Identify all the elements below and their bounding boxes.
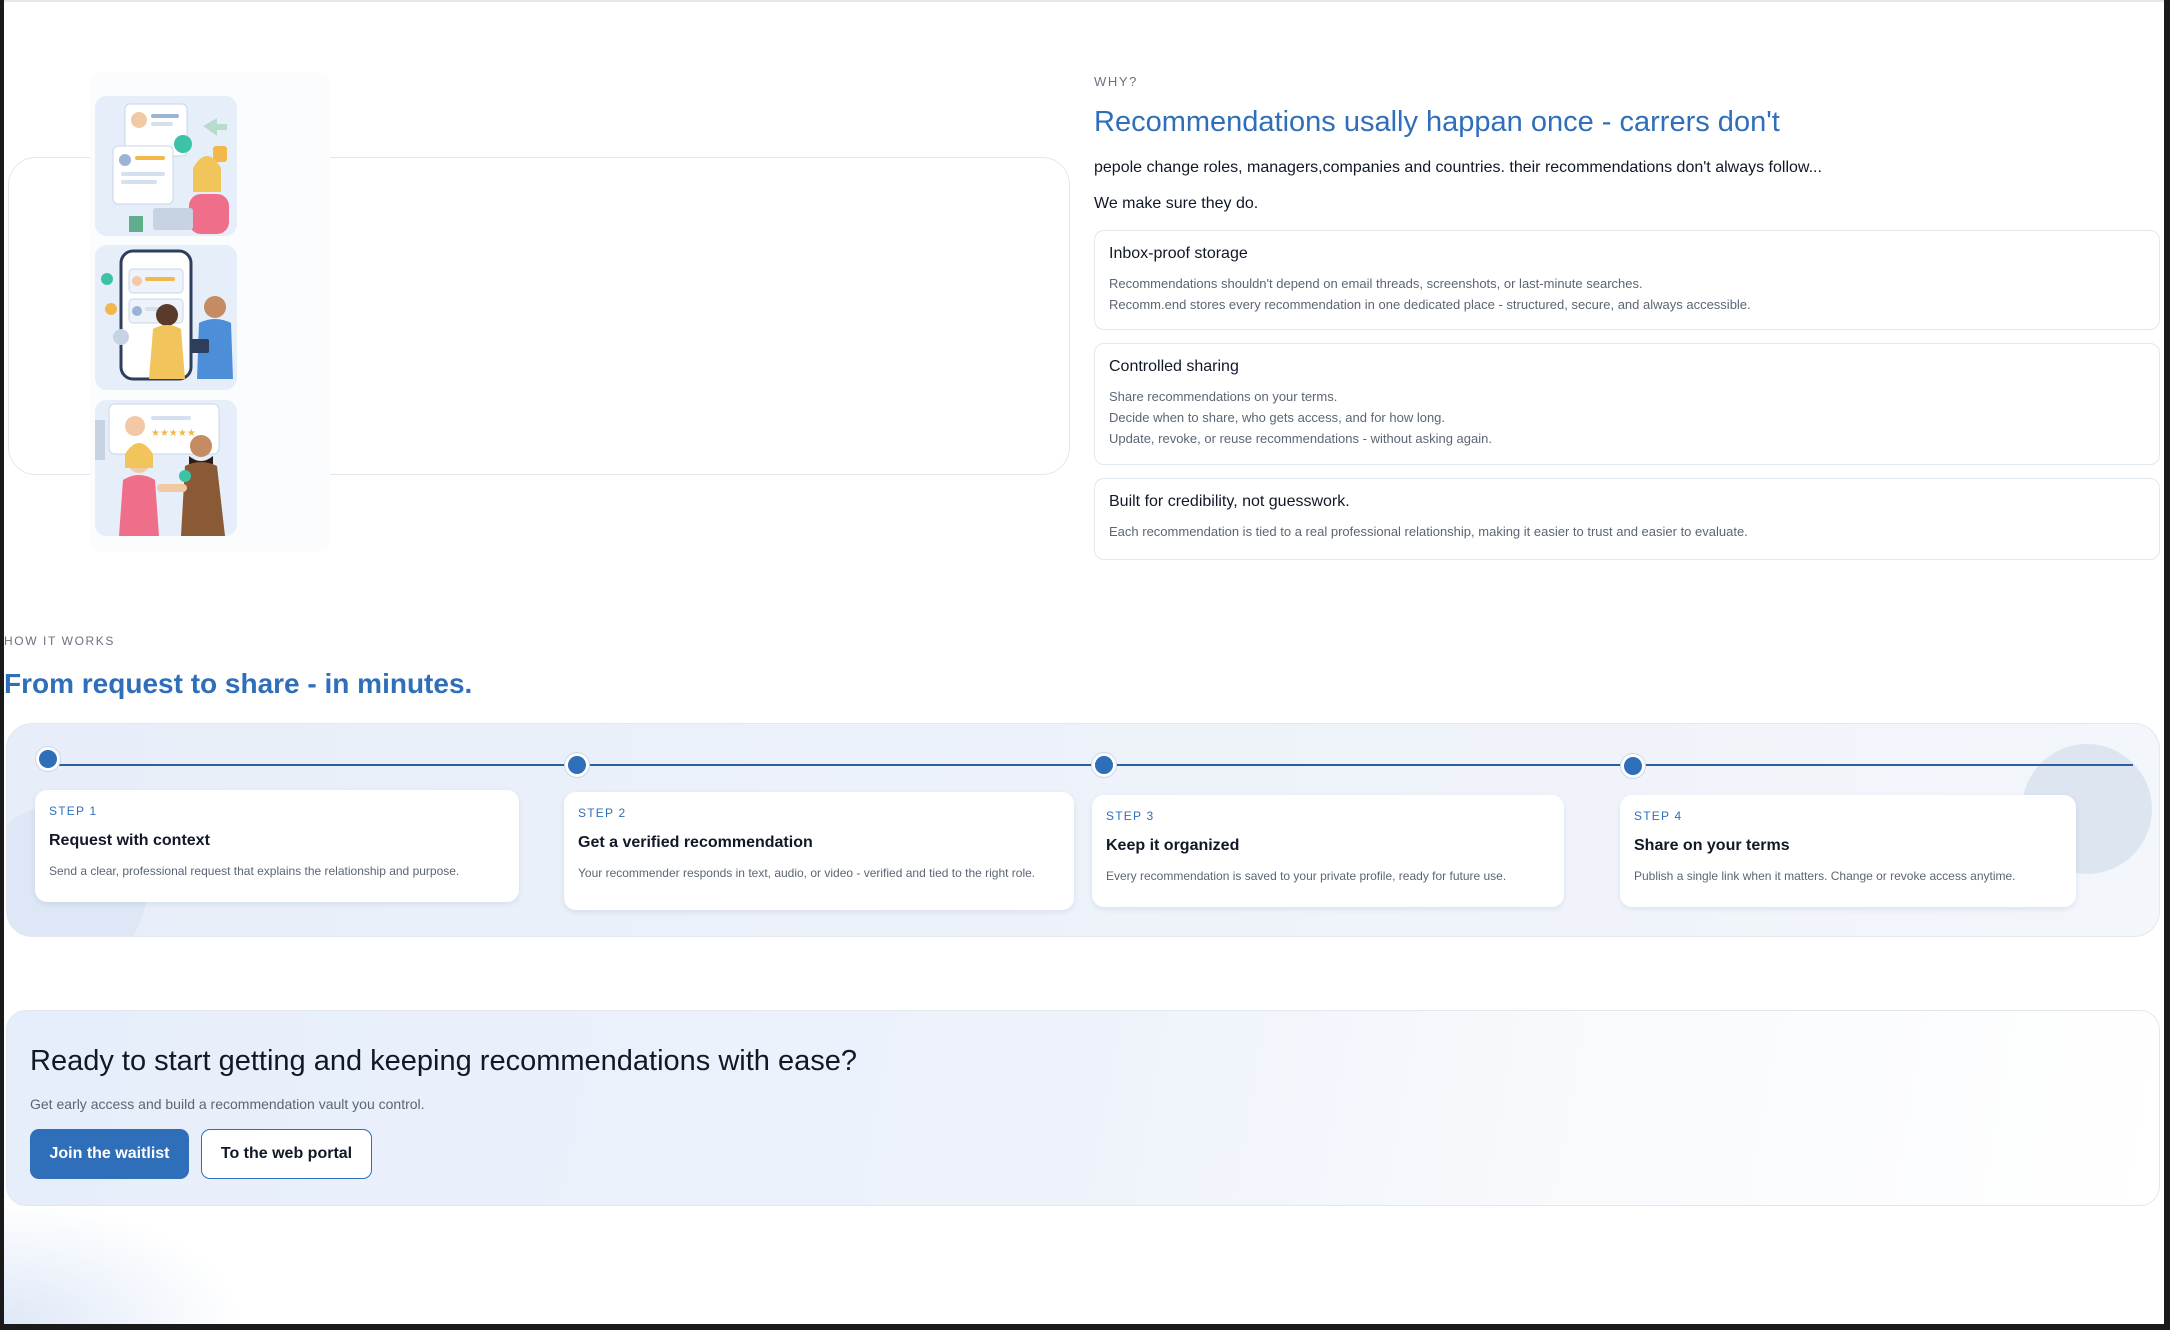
recommendation-illustration-3: ★★★★★ [95,400,237,536]
step-1-marker [36,747,60,771]
window-left-edge [0,0,4,1330]
step-label: STEP 2 [578,806,627,820]
step-label: STEP 3 [1106,809,1155,823]
recommendation-illustration-1 [95,96,237,236]
why-eyebrow: WHY? [1094,74,1138,89]
feature-line: Each recommendation is tied to a real pr… [1109,524,1748,539]
feature-line: Recomm.end stores every recommendation i… [1109,297,1751,312]
why-lead: pepole change roles, managers,companies … [1094,159,1822,176]
step-label: STEP 1 [49,804,98,818]
why-lead-2: We make sure they do. [1094,195,1259,212]
cta-title: Ready to start getting and keeping recom… [30,1045,857,1077]
step-title: Request with context [49,832,210,849]
window-right-edge [2164,0,2170,1330]
step-2-marker [565,753,589,777]
how-eyebrow: HOW IT WORKS [4,634,115,648]
feature-line: Decide when to share, who gets access, a… [1109,410,1446,425]
step-text: Publish a single link when it matters. C… [1634,869,2016,883]
how-title: From request to share - in minutes. [4,668,473,699]
step-title: Share on your terms [1634,837,1790,854]
cta-subtitle: Get early access and build a recommendat… [30,1096,425,1112]
why-title: Recommendations usally happan once - car… [1094,106,1780,138]
window-bottom-edge [0,1324,2170,1330]
feature-title: Inbox-proof storage [1109,245,1248,262]
step-3-marker [1092,753,1116,777]
feature-line: Update, revoke, or reuse recommendations… [1109,431,1492,446]
feature-card-inbox-proof: Inbox-proof storage Recommendations shou… [1094,230,2160,330]
decorative-glow [4,1200,244,1324]
window-top-edge [0,0,2170,2]
step-title: Keep it organized [1106,837,1240,854]
timeline-track [47,764,2133,766]
recommendation-illustration-2 [95,245,237,390]
svg-text:★★★★★: ★★★★★ [151,428,196,439]
feature-title: Controlled sharing [1109,358,1239,375]
step-card-2: STEP 2 Get a verified recommendation You… [564,792,1074,910]
step-card-1: STEP 1 Request with context Send a clear… [35,790,519,902]
step-text: Every recommendation is saved to your pr… [1106,869,1507,883]
feature-card-credibility: Built for credibility, not guesswork. Ea… [1094,478,2160,560]
steps-timeline: STEP 1 Request with context Send a clear… [6,723,2160,937]
web-portal-button[interactable]: To the web portal [201,1129,372,1179]
feature-card-controlled-sharing: Controlled sharing Share recommendations… [1094,343,2160,465]
step-label: STEP 4 [1634,809,1683,823]
feature-line: Recommendations shouldn't depend on emai… [1109,276,1643,291]
step-title: Get a verified recommendation [578,834,813,851]
feature-line: Share recommendations on your terms. [1109,389,1338,404]
feature-title: Built for credibility, not guesswork. [1109,493,1350,510]
step-text: Your recommender responds in text, audio… [578,866,1036,880]
step-card-4: STEP 4 Share on your terms Publish a sin… [1620,795,2076,907]
step-card-3: STEP 3 Keep it organized Every recommend… [1092,795,1564,907]
cta-banner: Ready to start getting and keeping recom… [6,1010,2160,1206]
step-4-marker [1621,754,1645,778]
join-waitlist-button[interactable]: Join the waitlist [30,1129,189,1179]
step-text: Send a clear, professional request that … [49,864,460,878]
